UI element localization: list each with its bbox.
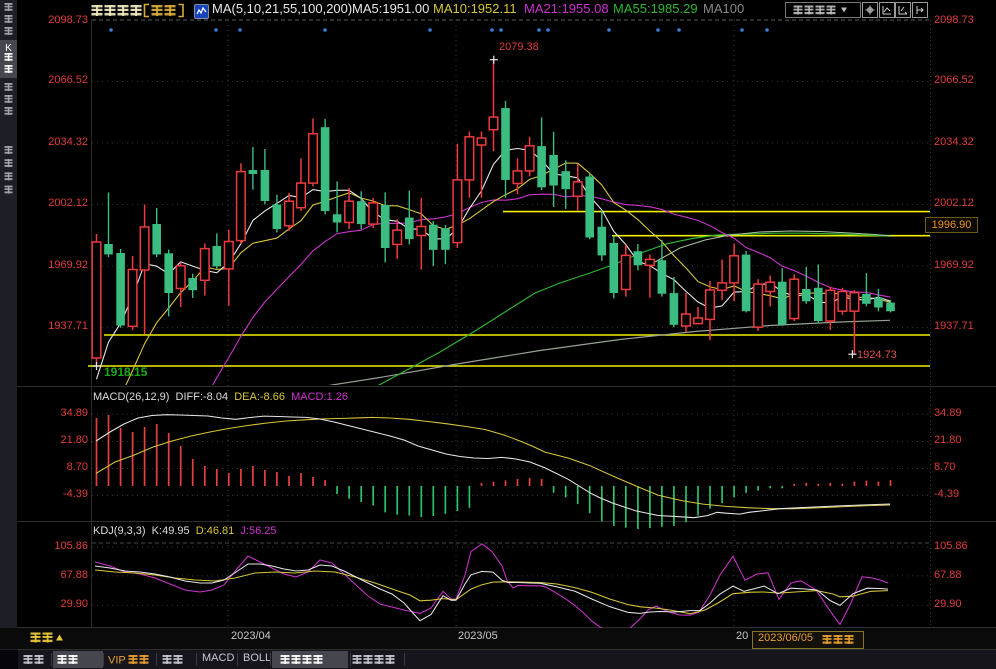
svg-text:VIP: VIP — [108, 655, 126, 667]
svg-text:K: K — [5, 43, 12, 54]
